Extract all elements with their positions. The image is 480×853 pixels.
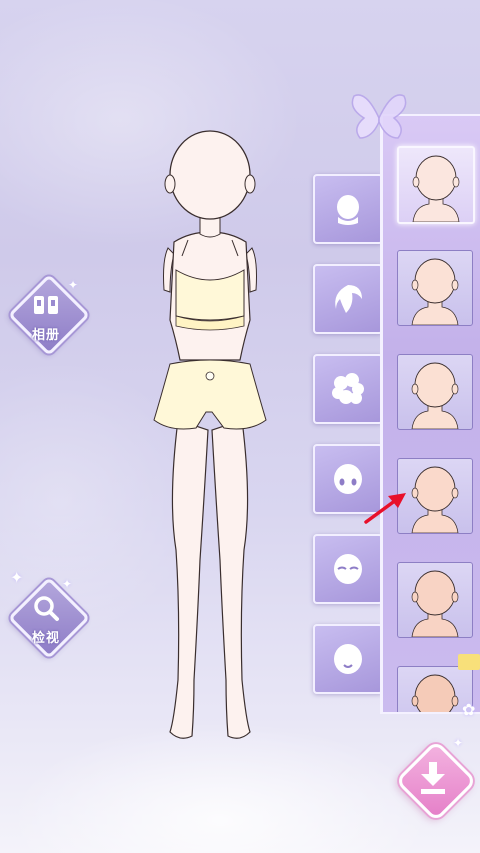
- flower-icon: ✿: [462, 700, 476, 719]
- tab-mouth[interactable]: [313, 624, 383, 694]
- head-preview-icon: [411, 258, 459, 325]
- curly-hair-icon: [332, 373, 364, 404]
- pointer-arrow-icon: [364, 493, 406, 524]
- head-preview-icon: [411, 570, 459, 637]
- inspect-label: 检视: [31, 631, 60, 646]
- head-preview-icon: [411, 362, 459, 429]
- item-card[interactable]: [397, 146, 475, 224]
- mouth-icon: [334, 644, 362, 674]
- inspect-button[interactable]: 检视 ✦: [6, 575, 91, 660]
- face-icon: [337, 195, 359, 225]
- magnifier-icon: [34, 596, 59, 621]
- sparkle-icon: ✦: [62, 577, 73, 591]
- hair-icon: [335, 285, 362, 313]
- download-icon: [421, 762, 445, 794]
- item-card[interactable]: [397, 562, 473, 638]
- album-label: 相册: [31, 328, 60, 343]
- item-card[interactable]: [397, 250, 473, 326]
- download-button[interactable]: ✦: [394, 736, 478, 823]
- album-button[interactable]: 相册 ✦: [6, 272, 91, 357]
- tab-hairstyle[interactable]: [313, 354, 383, 424]
- tab-face[interactable]: [313, 174, 383, 244]
- sparkle-icon: ✦: [10, 568, 24, 587]
- sparkle-icon: ✦: [453, 736, 464, 750]
- head-preview-icon: [411, 674, 459, 712]
- item-card[interactable]: [397, 354, 473, 430]
- album-icon: [34, 296, 58, 314]
- item-panel[interactable]: [380, 114, 480, 714]
- head-preview-icon: [412, 155, 460, 222]
- new-badge-icon: [458, 654, 480, 670]
- tab-hair[interactable]: [313, 264, 383, 334]
- sparkle-icon: ✦: [68, 278, 79, 292]
- character-model: [153, 130, 267, 739]
- eyebrow-icon: [334, 554, 362, 584]
- butterfly-icon: [351, 94, 407, 139]
- tab-eyebrows[interactable]: [313, 534, 383, 604]
